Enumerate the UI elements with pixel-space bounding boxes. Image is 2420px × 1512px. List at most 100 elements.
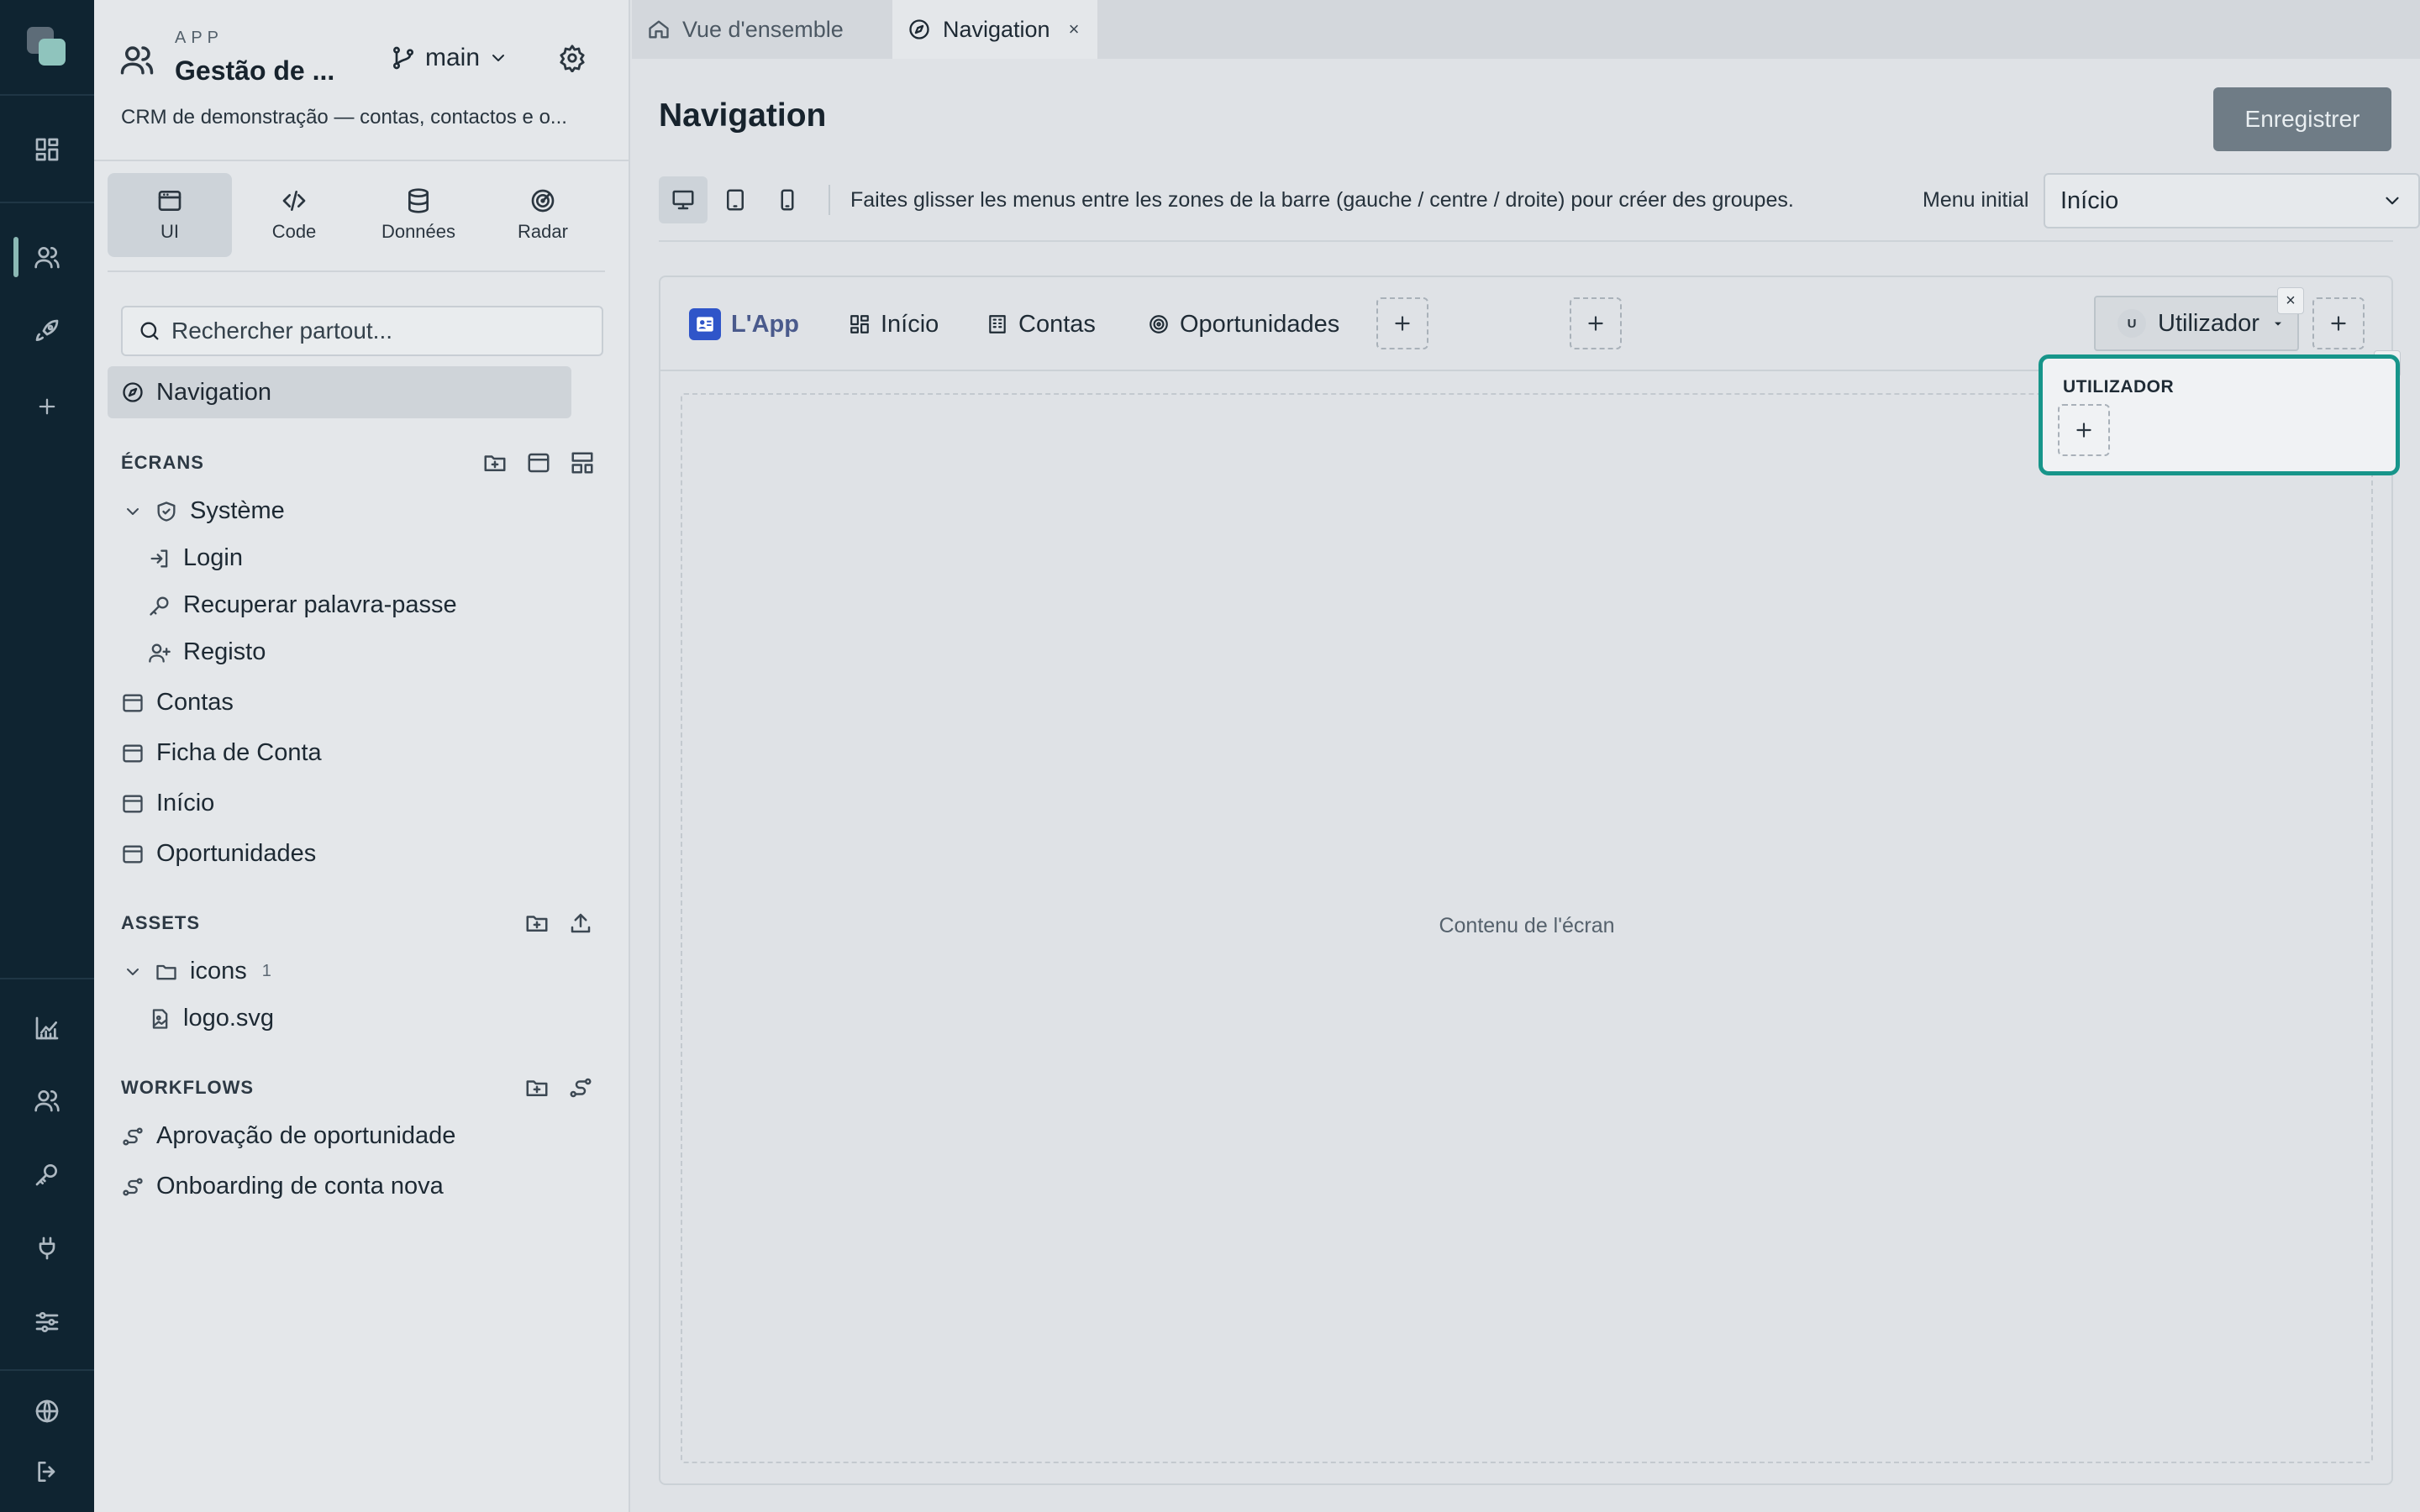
remove-user-menu-icon[interactable]: × <box>2277 287 2304 314</box>
plug-icon[interactable] <box>0 1216 94 1280</box>
logo-icon[interactable] <box>0 15 94 79</box>
mobile-view-button[interactable] <box>763 176 812 223</box>
tree-item-ficha-de-conta[interactable]: Ficha de Conta <box>121 739 322 767</box>
search-icon <box>140 322 159 340</box>
tablet-icon <box>727 189 744 211</box>
key-icon[interactable] <box>0 1142 94 1206</box>
new-folder-icon[interactable] <box>524 1075 550 1100</box>
new-folder-icon[interactable] <box>524 911 550 936</box>
caret-down-icon <box>2274 322 2281 326</box>
search-box[interactable] <box>121 306 603 356</box>
upload-icon[interactable] <box>568 911 593 936</box>
tab-close-icon[interactable]: × <box>1069 18 1080 40</box>
app-name: Gestão de ... <box>175 55 335 86</box>
tree-item-oportunidades[interactable]: Oportunidades <box>121 840 316 868</box>
tree-item-login[interactable]: Login <box>148 544 243 572</box>
settings-gear-icon[interactable] <box>558 44 587 72</box>
branch-name: main <box>425 44 481 71</box>
radar-icon <box>531 189 555 213</box>
add-menu-right-button[interactable] <box>2312 297 2365 349</box>
dashboard-icon[interactable] <box>0 118 94 181</box>
sidebar-item-navigation[interactable]: Navigation <box>108 366 571 418</box>
app-kicker: APP <box>175 29 224 47</box>
plus-icon[interactable] <box>0 375 94 438</box>
tree-item-register[interactable]: Registo <box>148 638 266 666</box>
user-plus-icon <box>149 643 171 663</box>
plus-icon <box>2076 423 2091 438</box>
screen-icon <box>123 744 143 762</box>
app-rail <box>0 0 94 1512</box>
login-icon <box>150 549 168 567</box>
add-menu-center-button[interactable] <box>1570 297 1622 349</box>
team-icon[interactable] <box>0 1068 94 1132</box>
git-branch-icon <box>393 46 413 70</box>
add-dropdown-item-button[interactable] <box>2058 404 2110 456</box>
new-screen-icon[interactable] <box>526 450 551 475</box>
layout-icon[interactable] <box>570 450 595 475</box>
target-icon <box>1150 315 1168 333</box>
search-input[interactable] <box>171 318 575 344</box>
folder-count: 1 <box>261 962 271 980</box>
navbar-user-menu[interactable]: U Utilizador <box>2094 296 2299 351</box>
users-icon[interactable] <box>0 225 94 289</box>
screens-heading: ÉCRANS <box>121 452 204 473</box>
save-button[interactable]: Enregistrer <box>2213 87 2391 151</box>
dropdown-title: UTILIZADOR <box>2063 377 2175 396</box>
navbar-item-contas[interactable]: Contas <box>986 307 1096 341</box>
tree-item-workflow-approval[interactable]: Aprovação de oportunidade <box>121 1122 455 1150</box>
screen-icon <box>123 845 143 863</box>
page-title: Navigation <box>659 97 827 134</box>
drag-hint: Faites glisser les menus entre les zones… <box>850 188 1794 212</box>
navbar-brand[interactable]: L'App <box>689 307 799 341</box>
tree-item-inicio[interactable]: Início <box>121 790 214 817</box>
tree-item-contas[interactable]: Contas <box>121 689 234 717</box>
logout-icon[interactable] <box>0 1440 94 1504</box>
menu-initial-select[interactable]: Início <box>2044 173 2420 228</box>
mode-tab-data[interactable]: Données <box>356 173 481 257</box>
chevron-down-icon <box>2386 197 2399 205</box>
plus-icon <box>1395 316 1410 331</box>
user-avatar: U <box>2118 309 2146 338</box>
user-menu-dropdown[interactable]: UTILIZADOR <box>2039 354 2400 475</box>
desktop-view-button[interactable] <box>659 176 708 223</box>
tree-group-system[interactable]: Système <box>123 497 285 525</box>
menu-initial-label: Menu initial <box>1923 188 2029 212</box>
key-icon <box>150 596 169 616</box>
navbar-item-oportunidades[interactable]: Oportunidades <box>1148 307 1339 341</box>
add-menu-left-button[interactable] <box>1376 297 1428 349</box>
workflow-icon <box>123 1127 143 1145</box>
tree-item-recover-password[interactable]: Recuperar palavra-passe <box>148 591 457 619</box>
navbar-item-inicio[interactable]: Início <box>849 307 939 341</box>
screen-icon <box>123 795 143 812</box>
analytics-icon[interactable] <box>0 996 94 1060</box>
mode-tab-radar[interactable]: Radar <box>481 173 605 257</box>
tab-overview[interactable]: Vue d'ensemble <box>632 0 891 59</box>
screen-content-label: Contenu de l'écran <box>1439 914 1615 937</box>
tree-item-logo-svg[interactable]: logo.svg <box>148 1005 274 1032</box>
mode-tab-code[interactable]: Code <box>232 173 356 257</box>
code-icon <box>282 191 306 211</box>
branch-selector[interactable]: main <box>390 44 508 72</box>
mode-tab-ui[interactable]: UI <box>108 173 232 257</box>
building-icon <box>989 315 1006 333</box>
assets-heading: ASSETS <box>121 912 201 933</box>
chevron-down-icon <box>127 507 139 515</box>
dashboard-icon <box>850 315 869 333</box>
monitor-icon <box>672 190 694 210</box>
tree-folder-icons[interactable]: icons 1 <box>123 958 271 985</box>
folder-icon <box>156 964 176 979</box>
shield-icon <box>157 501 176 522</box>
new-folder-icon[interactable] <box>482 450 508 475</box>
plus-icon <box>2331 316 2346 331</box>
chevron-down-icon <box>492 55 505 61</box>
tablet-view-button[interactable] <box>711 176 760 223</box>
rocket-icon[interactable] <box>0 299 94 363</box>
tree-item-workflow-onboarding[interactable]: Onboarding de conta nova <box>121 1173 444 1200</box>
tab-navigation[interactable]: Navigation × <box>892 0 1097 59</box>
workflow-icon <box>123 1178 143 1195</box>
globe-icon[interactable] <box>0 1379 94 1443</box>
compass-icon <box>123 382 143 402</box>
sliders-icon[interactable] <box>0 1290 94 1354</box>
workflow-icon[interactable] <box>568 1075 593 1100</box>
mode-tabs: UI Code Données Radar <box>108 173 605 257</box>
